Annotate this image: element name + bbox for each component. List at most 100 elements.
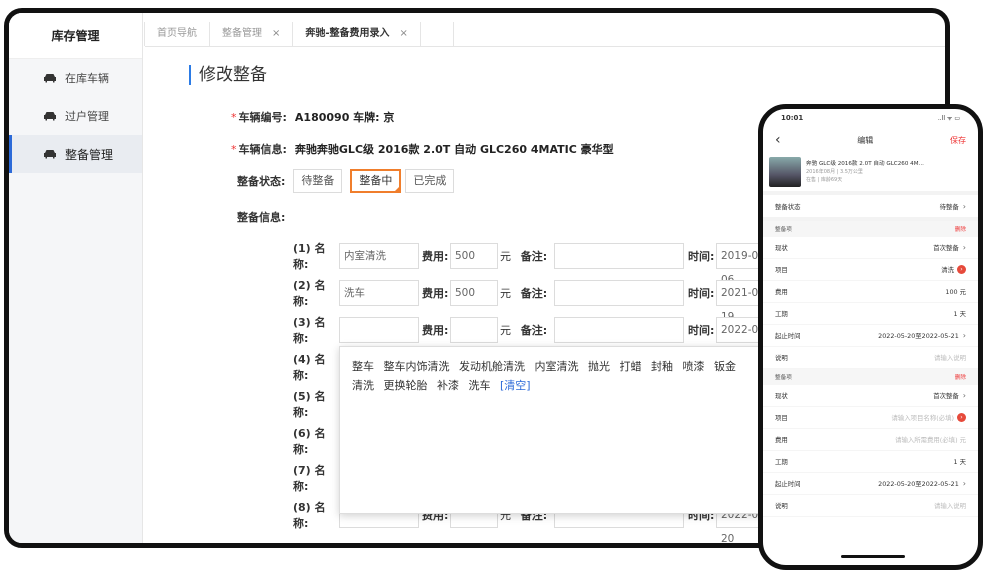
vehicle-no-row: * 车辆编号: A180090 车牌: 京: [231, 109, 394, 125]
note-input[interactable]: [554, 243, 684, 269]
time-label: 时间:: [688, 287, 715, 300]
phone-field-placeholder: 请输入说明: [934, 354, 966, 362]
phone-field-row[interactable]: 工期 1 天: [763, 303, 978, 325]
phone-field-row[interactable]: 起止时间 2022-05-20至2022-05-21 ›: [763, 473, 978, 495]
item-index-label: (5) 名称:: [293, 390, 326, 419]
phone-field-row[interactable]: 现状 首次整备 ›: [763, 237, 978, 259]
required-mark: *: [231, 142, 237, 156]
note-input[interactable]: [554, 280, 684, 306]
phone-field-label: 费用: [775, 288, 788, 296]
phone-field-value: 首次整备: [933, 244, 959, 252]
phone-field-row[interactable]: 费用 100 元: [763, 281, 978, 303]
phone-field-row[interactable]: 项目 请输入项目名称(必填) ›: [763, 407, 978, 429]
note-input[interactable]: [554, 317, 684, 343]
phone-field-row[interactable]: 现状 首次整备 ›: [763, 385, 978, 407]
note-label: 备注:: [520, 324, 548, 337]
sidebar: 库存管理 在库车辆 过户管理 整备管理: [9, 13, 143, 543]
dropdown-option[interactable]: 喷漆: [683, 360, 705, 373]
back-icon[interactable]: ‹: [775, 132, 781, 148]
vehicle-info-row: * 车辆信息: 奔驰奔驰GLC级 2016款 2.0T 自动 GLC260 4M…: [231, 141, 614, 157]
status-label-text: 整备中: [359, 174, 393, 187]
phone-save-button[interactable]: 保存: [950, 135, 966, 146]
phone-car-text: 奔驰 GLC级 2016款 2.0T 自动 GLC260 4M... 2016年…: [806, 160, 924, 184]
required-mark: *: [231, 110, 237, 124]
car-icon: [43, 73, 57, 83]
item-name-input[interactable]: 内室清洗: [339, 243, 419, 269]
fee-label: 费用:: [422, 324, 449, 337]
status-row: 整备状态: 待整备 整备中 已完成: [237, 169, 455, 193]
phone-field-value: 清洗: [941, 266, 954, 274]
time-label: 时间:: [688, 250, 715, 263]
phone-status-value: 待整备: [939, 202, 959, 211]
chevron-circle-icon[interactable]: ›: [957, 265, 966, 274]
sidebar-item-transfer[interactable]: 过户管理: [9, 97, 142, 135]
phone-field-label: 工期: [775, 458, 788, 466]
sidebar-item-maintenance[interactable]: 整备管理: [9, 135, 142, 173]
phone-field-placeholder: 请输入说明: [934, 502, 966, 510]
phone-status-row[interactable]: 整备状态 待整备 ›: [763, 195, 978, 221]
status-pending-button[interactable]: 待整备: [293, 169, 343, 193]
dropdown-option[interactable]: 抛光: [588, 360, 610, 373]
item-name-input[interactable]: 洗车: [339, 280, 419, 306]
phone-field-row[interactable]: 说明 请输入说明: [763, 347, 978, 369]
dropdown-option[interactable]: 清洗: [352, 379, 374, 392]
phone-field-row[interactable]: 项目 清洗 ›: [763, 259, 978, 281]
info-row: 整备信息:: [237, 209, 285, 225]
tab-fee-entry[interactable]: 奔驰-整备费用录入 ×: [292, 22, 421, 46]
phone-field-label: 现状: [775, 244, 788, 252]
dropdown-clear-button[interactable]: [清空]: [500, 379, 531, 392]
sidebar-item-in-stock[interactable]: 在库车辆: [9, 59, 142, 97]
dropdown-option[interactable]: 补漆: [437, 379, 459, 392]
fee-unit: 元: [500, 324, 511, 337]
phone-field-row[interactable]: 起止时间 2022-05-20至2022-05-21 ›: [763, 325, 978, 347]
dropdown-option[interactable]: 内室清洗: [535, 360, 579, 373]
phone-field-label: 说明: [775, 354, 788, 362]
tab-home[interactable]: 首页导航: [144, 22, 210, 46]
tab-label: 奔驰-整备费用录入: [305, 28, 390, 39]
tab-maintenance[interactable]: 整备管理 ×: [209, 22, 294, 46]
chevron-right-icon: ›: [962, 479, 966, 488]
item-name-dropdown: 整车 整车内饰清洗 发动机舱清洗 内室清洗 抛光 打蜡 封釉 喷漆 钣金 清洗 …: [339, 346, 779, 514]
dropdown-option[interactable]: 洗车: [469, 379, 491, 392]
tab-bar: 首页导航 整备管理 × 奔驰-整备费用录入 ×: [144, 22, 945, 47]
status-done-button[interactable]: 已完成: [405, 169, 455, 193]
dropdown-option[interactable]: 发动机舱清洗: [459, 360, 525, 373]
phone-field-row[interactable]: 费用 请输入所需费用(必填) 元: [763, 429, 978, 451]
status-label: 整备状态:: [237, 175, 286, 188]
phone-field-row[interactable]: 说明 请输入说明: [763, 495, 978, 517]
status-in-progress-button[interactable]: 整备中: [350, 169, 402, 193]
close-icon[interactable]: ×: [272, 22, 280, 46]
fee-input[interactable]: [450, 317, 498, 343]
dropdown-option[interactable]: 整车内饰清洗: [384, 360, 450, 373]
dropdown-option[interactable]: 更换轮胎: [384, 379, 428, 392]
phone-delete-button[interactable]: 删除: [955, 373, 966, 381]
fee-label: 费用:: [422, 287, 449, 300]
stage: 库存管理 在库车辆 过户管理 整备管理 首页导航 整备管理 × 奔驰-整备费用录入…: [0, 0, 1000, 586]
close-icon[interactable]: ×: [400, 22, 408, 46]
fee-input[interactable]: 500: [450, 280, 498, 306]
fee-input[interactable]: 500: [450, 243, 498, 269]
phone-car-card: 奔驰 GLC级 2016款 2.0T 自动 GLC260 4M... 2016年…: [763, 153, 978, 195]
car-thumbnail: [769, 157, 801, 187]
phone-delete-button[interactable]: 删除: [955, 225, 966, 233]
phone-field-label: 项目: [775, 414, 788, 422]
chevron-circle-icon[interactable]: ›: [957, 413, 966, 422]
phone-car-sub2: 在售 | 库龄69天: [806, 177, 843, 183]
dropdown-options: 整车 整车内饰清洗 发动机舱清洗 内室清洗 抛光 打蜡 封釉 喷漆 钣金 清洗 …: [352, 357, 766, 395]
item-index-label: (4) 名称:: [293, 353, 326, 382]
item-name-input[interactable]: [339, 317, 419, 343]
phone-car-sub1: 2016年08月 | 3.5万公里: [806, 169, 863, 175]
dropdown-option[interactable]: 整车: [352, 360, 374, 373]
phone-field-row[interactable]: 工期 1 天: [763, 451, 978, 473]
dropdown-option[interactable]: 打蜡: [620, 360, 642, 373]
phone-status-label: 整备状态: [775, 202, 801, 211]
phone-section-title: 整备项: [775, 375, 792, 381]
dropdown-option[interactable]: 封釉: [651, 360, 673, 373]
phone-field-value: 2022-05-20至2022-05-21: [878, 332, 959, 340]
item-index-label: (6) 名称:: [293, 427, 326, 456]
item-index-label: (7) 名称:: [293, 464, 326, 493]
sidebar-item-label: 整备管理: [65, 147, 114, 162]
home-indicator: [841, 555, 905, 558]
phone-field-value: 2022-05-20至2022-05-21: [878, 480, 959, 488]
dropdown-option[interactable]: 钣金: [714, 360, 736, 373]
